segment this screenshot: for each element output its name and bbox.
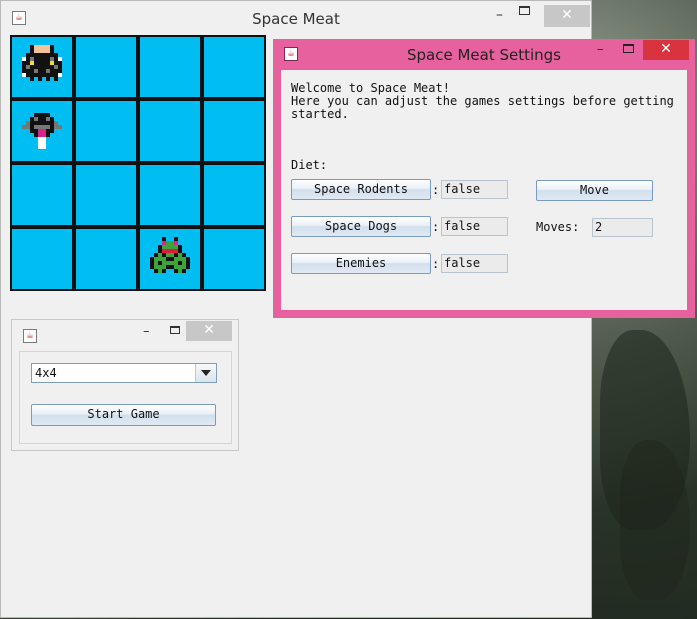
maximize-icon[interactable] — [519, 6, 530, 15]
board-cell[interactable] — [204, 229, 264, 289]
minimize-icon[interactable]: – — [597, 42, 604, 57]
enemies-button[interactable]: Enemies — [291, 253, 431, 274]
sprite-pixel — [162, 269, 166, 273]
welcome-line: Welcome to Space Meat! — [291, 81, 450, 95]
launcher-window: ☕ – ✕ 4x4 Start Game — [11, 319, 239, 451]
java-icon: ☕ — [23, 329, 37, 343]
launcher-panel: 4x4 Start Game — [19, 351, 232, 444]
game-board — [10, 35, 266, 291]
separator-colon: : — [432, 257, 440, 271]
space-dogs-button[interactable]: Space Dogs — [291, 216, 431, 237]
space-rodents-value: false — [441, 180, 508, 199]
board-cell[interactable] — [76, 37, 136, 97]
moves-value: 2 — [592, 218, 653, 237]
space-dogs-value: false — [441, 217, 508, 236]
sprite-pixel — [50, 129, 54, 133]
board-cell[interactable] — [204, 101, 264, 161]
board-cell[interactable] — [12, 229, 72, 289]
start-game-button[interactable]: Start Game — [31, 404, 216, 426]
sprite-pixel — [182, 269, 186, 273]
move-button[interactable]: Move — [536, 180, 653, 201]
close-icon[interactable]: ✕ — [544, 5, 590, 27]
moves-label: Moves: — [536, 220, 580, 234]
sprite-pixel — [46, 77, 50, 81]
separator-colon: : — [432, 220, 440, 234]
board-cell[interactable] — [12, 165, 72, 225]
close-icon[interactable]: ✕ — [643, 40, 689, 60]
sprite-pixel — [186, 265, 190, 269]
sprite-pixel — [54, 77, 58, 81]
minimize-icon[interactable]: – — [143, 324, 150, 339]
board-cell[interactable] — [76, 229, 136, 289]
board-size-value: 4x4 — [35, 366, 57, 380]
minimize-icon[interactable]: – — [496, 7, 503, 23]
space-rodents-button[interactable]: Space Rodents — [291, 179, 431, 200]
board-cell[interactable] — [140, 165, 200, 225]
diet-label: Diet: — [291, 158, 328, 172]
sprite-pixel — [58, 73, 62, 77]
board-cell[interactable] — [204, 37, 264, 97]
board-size-select[interactable]: 4x4 — [31, 363, 217, 383]
maximize-icon[interactable] — [170, 326, 180, 334]
separator-colon: : — [432, 183, 440, 197]
board-cell[interactable] — [140, 101, 200, 161]
enemies-value: false — [441, 254, 508, 273]
chevron-down-icon[interactable] — [195, 364, 216, 382]
board-cell[interactable] — [76, 101, 136, 161]
board-cell[interactable] — [140, 37, 200, 97]
maximize-icon[interactable] — [623, 44, 634, 53]
settings-window: ☕ Space Meat Settings – ✕ Welcome to Spa… — [273, 39, 695, 318]
close-icon[interactable]: ✕ — [186, 321, 232, 341]
sprite-pixel — [38, 77, 42, 81]
sprite-pixel — [30, 77, 34, 81]
board-cell[interactable] — [76, 165, 136, 225]
welcome-line: Here you can adjust the games settings b… — [291, 94, 674, 108]
sprite-pixel — [46, 133, 50, 137]
sprite-pixel — [42, 145, 46, 149]
settings-panel: Welcome to Space Meat! Here you can adju… — [281, 70, 687, 310]
welcome-line: started. — [291, 107, 349, 121]
main-titlebar[interactable]: ☕ Space Meat – ✕ — [1, 1, 591, 35]
board-cell[interactable] — [204, 165, 264, 225]
sprite-pixel — [58, 125, 62, 129]
